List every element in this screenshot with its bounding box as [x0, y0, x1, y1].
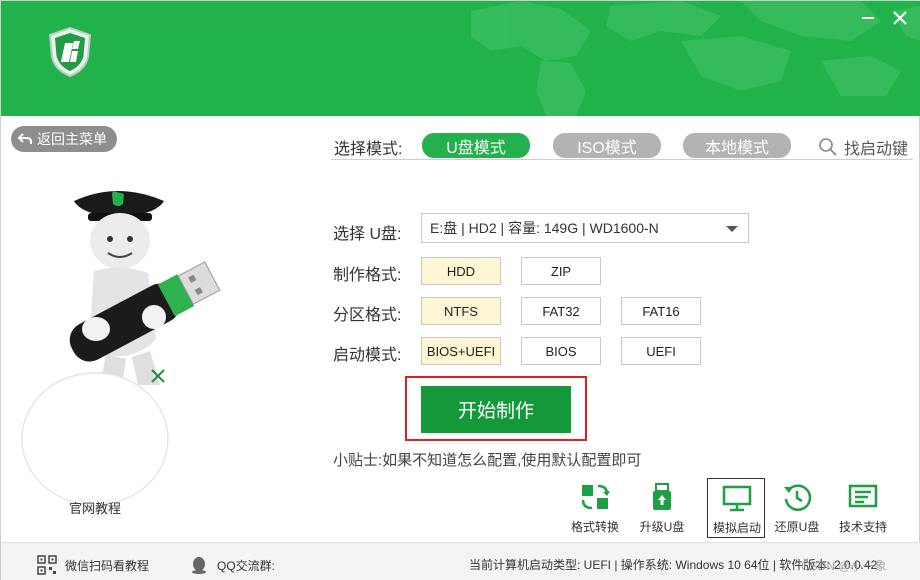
official-tutorial-label[interactable]: 官网教程	[47, 498, 143, 517]
search-icon	[819, 138, 837, 156]
tutorial-bubble[interactable]	[20, 371, 170, 516]
shield-logo-icon	[48, 27, 92, 77]
usb-mode-tab[interactable]: U盘模式	[422, 133, 530, 158]
mascot-with-usb-illustration	[69, 191, 221, 385]
format-label: 制作格式:	[333, 267, 402, 284]
local-mode-tab[interactable]: 本地模式	[683, 133, 791, 158]
mode-label: 选择模式:	[334, 141, 403, 158]
watermark-text: CSDN @小一象	[801, 559, 887, 573]
find-boot-key-label: 找启动键	[844, 141, 909, 158]
restore-usb-tool[interactable]: 还原U盘	[768, 478, 826, 538]
mode-divider	[331, 159, 913, 160]
boot-option-bios[interactable]: BIOS	[521, 337, 601, 365]
restore-icon	[784, 484, 812, 511]
partition-option-fat32[interactable]: FAT32	[521, 297, 601, 325]
minimize-icon	[862, 17, 874, 19]
boot-option-bios-uefi[interactable]: BIOS+UEFI	[421, 337, 501, 365]
qq-icon	[192, 557, 206, 574]
upgrade-usb-tool[interactable]: 升级U盘	[633, 478, 691, 538]
tech-support-tool[interactable]: 技术支持	[834, 478, 892, 538]
minimize-button[interactable]	[857, 7, 879, 29]
close-icon	[893, 11, 907, 25]
partition-option-ntfs[interactable]: NTFS	[421, 297, 501, 325]
iso-mode-tab[interactable]: ISO模式	[553, 133, 661, 158]
dropdown-arrow-icon	[726, 226, 738, 232]
header-banner	[1, 1, 920, 116]
close-button[interactable]	[889, 7, 911, 29]
qq-group-link[interactable]: QQ交流群:	[189, 555, 275, 575]
monitor-icon	[722, 485, 752, 512]
world-map-decoration	[471, 1, 920, 116]
support-icon	[848, 484, 878, 508]
partition-option-fat16[interactable]: FAT16	[621, 297, 701, 325]
usb-drive-select[interactable]: E:盘 | HD2 | 容量: 149G | WD1600-N	[421, 213, 749, 243]
usb-drive-value: E:盘 | HD2 | 容量: 149G | WD1600-N	[430, 220, 659, 236]
back-button-label: 返回主菜单	[37, 131, 107, 147]
upgrade-usb-label: 升级U盘	[639, 520, 685, 534]
tech-support-label: 技术支持	[838, 520, 887, 534]
wechat-tutorial-label: 微信扫码看教程	[65, 558, 150, 573]
boot-mode-label: 启动模式:	[333, 347, 402, 364]
app-window: 返回主菜单 官网教程 选择模式: U盘模式 ISO模式 本地模式 找启动键 选择…	[0, 0, 920, 580]
convert-icon	[581, 484, 610, 510]
back-arrow-icon	[17, 133, 32, 144]
format-option-zip[interactable]: ZIP	[521, 257, 601, 285]
qq-group-label: QQ交流群:	[217, 558, 276, 573]
format-option-hdd[interactable]: HDD	[421, 257, 501, 285]
qr-code-icon	[37, 555, 57, 575]
find-boot-key-link[interactable]: 找启动键	[818, 135, 908, 159]
select-usb-label: 选择 U盘:	[333, 226, 402, 243]
usb-upgrade-icon	[653, 483, 671, 510]
wechat-tutorial-link[interactable]: 微信扫码看教程	[37, 555, 149, 575]
format-convert-tool[interactable]: 格式转换	[566, 478, 624, 538]
format-convert-label: 格式转换	[570, 520, 619, 534]
start-making-button[interactable]: 开始制作	[421, 386, 571, 433]
close-bubble-icon[interactable]	[147, 365, 169, 387]
simulate-boot-tool[interactable]: 模拟启动	[707, 478, 765, 538]
tip-text: 小贴士:如果不知道怎么配置,使用默认配置即可	[333, 452, 642, 469]
restore-usb-label: 还原U盘	[774, 520, 820, 534]
footer-bar: 微信扫码看教程 QQ交流群: 当前计算机启动类型: UEFI | 操作系统: W…	[1, 542, 920, 580]
back-to-main-menu-button[interactable]: 返回主菜单	[11, 126, 117, 152]
partition-label: 分区格式:	[333, 307, 402, 324]
boot-option-uefi[interactable]: UEFI	[621, 337, 701, 365]
